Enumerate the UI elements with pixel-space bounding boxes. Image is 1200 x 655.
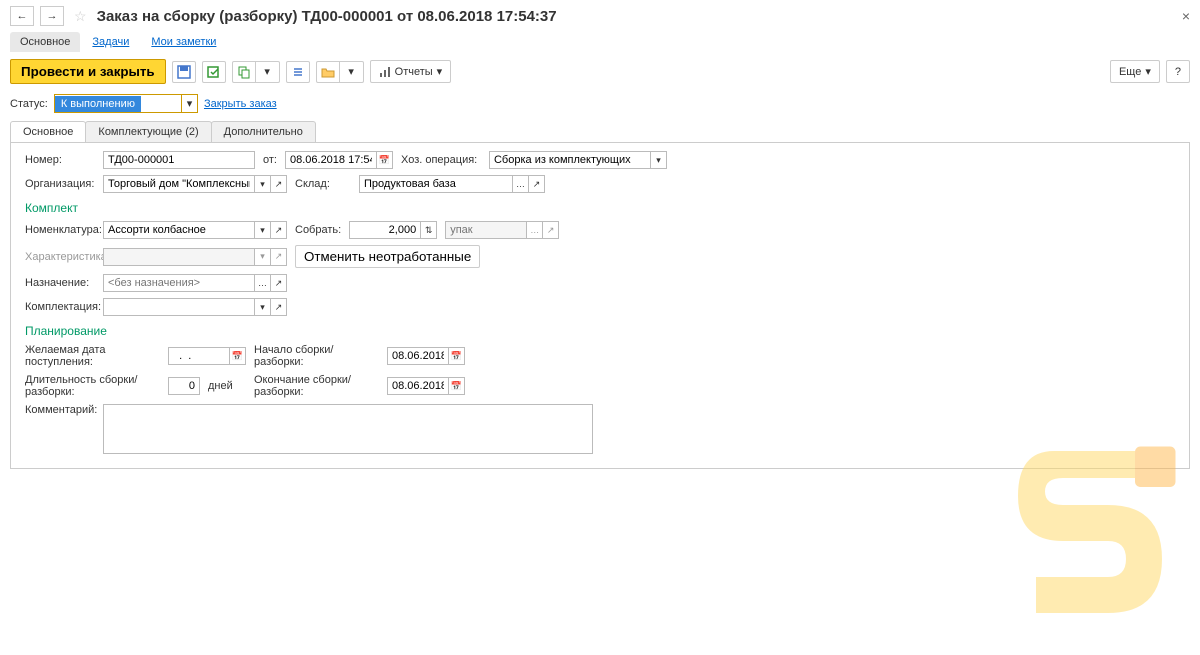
collect-label: Собрать: xyxy=(295,224,341,236)
assign-label: Назначение: xyxy=(25,277,95,289)
open-icon[interactable]: ↗ xyxy=(270,222,286,238)
nomen-label: Номенклатура: xyxy=(25,224,95,236)
page-title: Заказ на сборку (разборку) ТД00-000001 о… xyxy=(97,8,557,25)
dropdown-icon[interactable]: ▾ xyxy=(254,222,270,238)
kit-section: Комплект xyxy=(25,201,1175,215)
more-button[interactable]: Еще ▾ xyxy=(1110,60,1160,83)
nav-tab-main[interactable]: Основное xyxy=(10,32,80,52)
copy-dropdown[interactable]: ▾ xyxy=(256,61,280,83)
operation-label: Хоз. операция: xyxy=(401,154,481,166)
list-icon[interactable] xyxy=(286,61,310,83)
calendar-icon[interactable]: 📅 xyxy=(448,378,464,394)
assign-select[interactable]: …↗ xyxy=(103,274,287,292)
number-input[interactable] xyxy=(103,151,255,169)
stepper-icon[interactable]: ⇅ xyxy=(420,222,436,238)
date-input[interactable]: 📅 xyxy=(285,151,393,169)
cancel-unprocessed-button[interactable]: Отменить неотработанные xyxy=(295,245,480,268)
from-label: от: xyxy=(263,154,277,166)
ellipsis-icon: … xyxy=(526,222,542,238)
dropdown-icon[interactable]: ▾ xyxy=(254,299,270,315)
back-button[interactable]: ← xyxy=(10,6,34,26)
close-button[interactable]: × xyxy=(1182,8,1190,24)
open-icon[interactable]: ↗ xyxy=(270,176,286,192)
days-label: дней xyxy=(208,380,246,392)
ellipsis-icon[interactable]: … xyxy=(254,275,270,291)
comment-textarea[interactable] xyxy=(103,404,593,454)
status-select[interactable]: К выполнению ▾ xyxy=(54,94,198,113)
status-label: Статус: xyxy=(10,98,48,110)
dropdown-icon: ▾ xyxy=(254,249,270,265)
ellipsis-icon[interactable]: … xyxy=(512,176,528,192)
config-label: Комплектация: xyxy=(25,301,95,313)
open-icon: ↗ xyxy=(542,222,558,238)
calendar-icon[interactable]: 📅 xyxy=(448,348,464,364)
start-label: Начало сборки/разборки: xyxy=(254,344,379,368)
open-icon[interactable]: ↗ xyxy=(528,176,544,192)
copy-icon[interactable] xyxy=(232,61,256,83)
chart-icon xyxy=(379,66,391,78)
char-label: Характеристика: xyxy=(25,251,95,263)
close-order-link[interactable]: Закрыть заказ xyxy=(204,98,277,110)
duration-input[interactable] xyxy=(168,377,200,395)
config-select[interactable]: ▾↗ xyxy=(103,298,287,316)
dropdown-icon[interactable]: ▾ xyxy=(650,152,666,168)
warehouse-label: Склад: xyxy=(295,178,351,190)
end-date-input[interactable]: 📅 xyxy=(387,377,465,395)
tab-extra[interactable]: Дополнительно xyxy=(211,121,316,142)
unit-select: …↗ xyxy=(445,221,559,239)
char-select: ▾↗ xyxy=(103,248,287,266)
desired-label: Желаемая дата поступления: xyxy=(25,344,160,368)
collect-input[interactable]: ⇅ xyxy=(349,221,437,239)
plan-section: Планирование xyxy=(25,324,1175,338)
tab-components[interactable]: Комплектующие (2) xyxy=(85,121,211,142)
desired-date-input[interactable]: 📅 xyxy=(168,347,246,365)
org-select[interactable]: ▾↗ xyxy=(103,175,287,193)
warehouse-select[interactable]: …↗ xyxy=(359,175,545,193)
submit-close-button[interactable]: Провести и закрыть xyxy=(10,59,166,84)
nomen-select[interactable]: ▾↗ xyxy=(103,221,287,239)
end-label: Окончание сборки/разборки: xyxy=(254,374,379,398)
open-icon[interactable]: ↗ xyxy=(270,275,286,291)
number-label: Номер: xyxy=(25,154,95,166)
operation-select[interactable]: ▾ xyxy=(489,151,667,169)
dropdown-icon[interactable]: ▾ xyxy=(254,176,270,192)
tab-main[interactable]: Основное xyxy=(10,121,86,142)
comment-label: Комментарий: xyxy=(25,404,95,416)
save-icon[interactable] xyxy=(172,61,196,83)
open-icon: ↗ xyxy=(270,249,286,265)
nav-tab-tasks[interactable]: Задачи xyxy=(82,32,139,52)
open-icon[interactable]: ↗ xyxy=(270,299,286,315)
post-icon[interactable] xyxy=(202,61,226,83)
calendar-icon[interactable]: 📅 xyxy=(229,348,245,364)
nav-tab-notes[interactable]: Мои заметки xyxy=(141,32,226,52)
start-date-input[interactable]: 📅 xyxy=(387,347,465,365)
calendar-icon[interactable]: 📅 xyxy=(376,152,392,168)
duration-label: Длительность сборки/разборки: xyxy=(25,374,160,398)
help-button[interactable]: ? xyxy=(1166,60,1190,83)
forward-button[interactable]: → xyxy=(40,6,64,26)
reports-button[interactable]: Отчеты ▾ xyxy=(370,60,452,83)
org-label: Организация: xyxy=(25,178,95,190)
folder-dropdown[interactable]: ▾ xyxy=(340,61,364,83)
status-dropdown-icon: ▾ xyxy=(181,95,197,112)
favorite-icon[interactable]: ☆ xyxy=(74,8,87,25)
folder-icon[interactable] xyxy=(316,61,340,83)
